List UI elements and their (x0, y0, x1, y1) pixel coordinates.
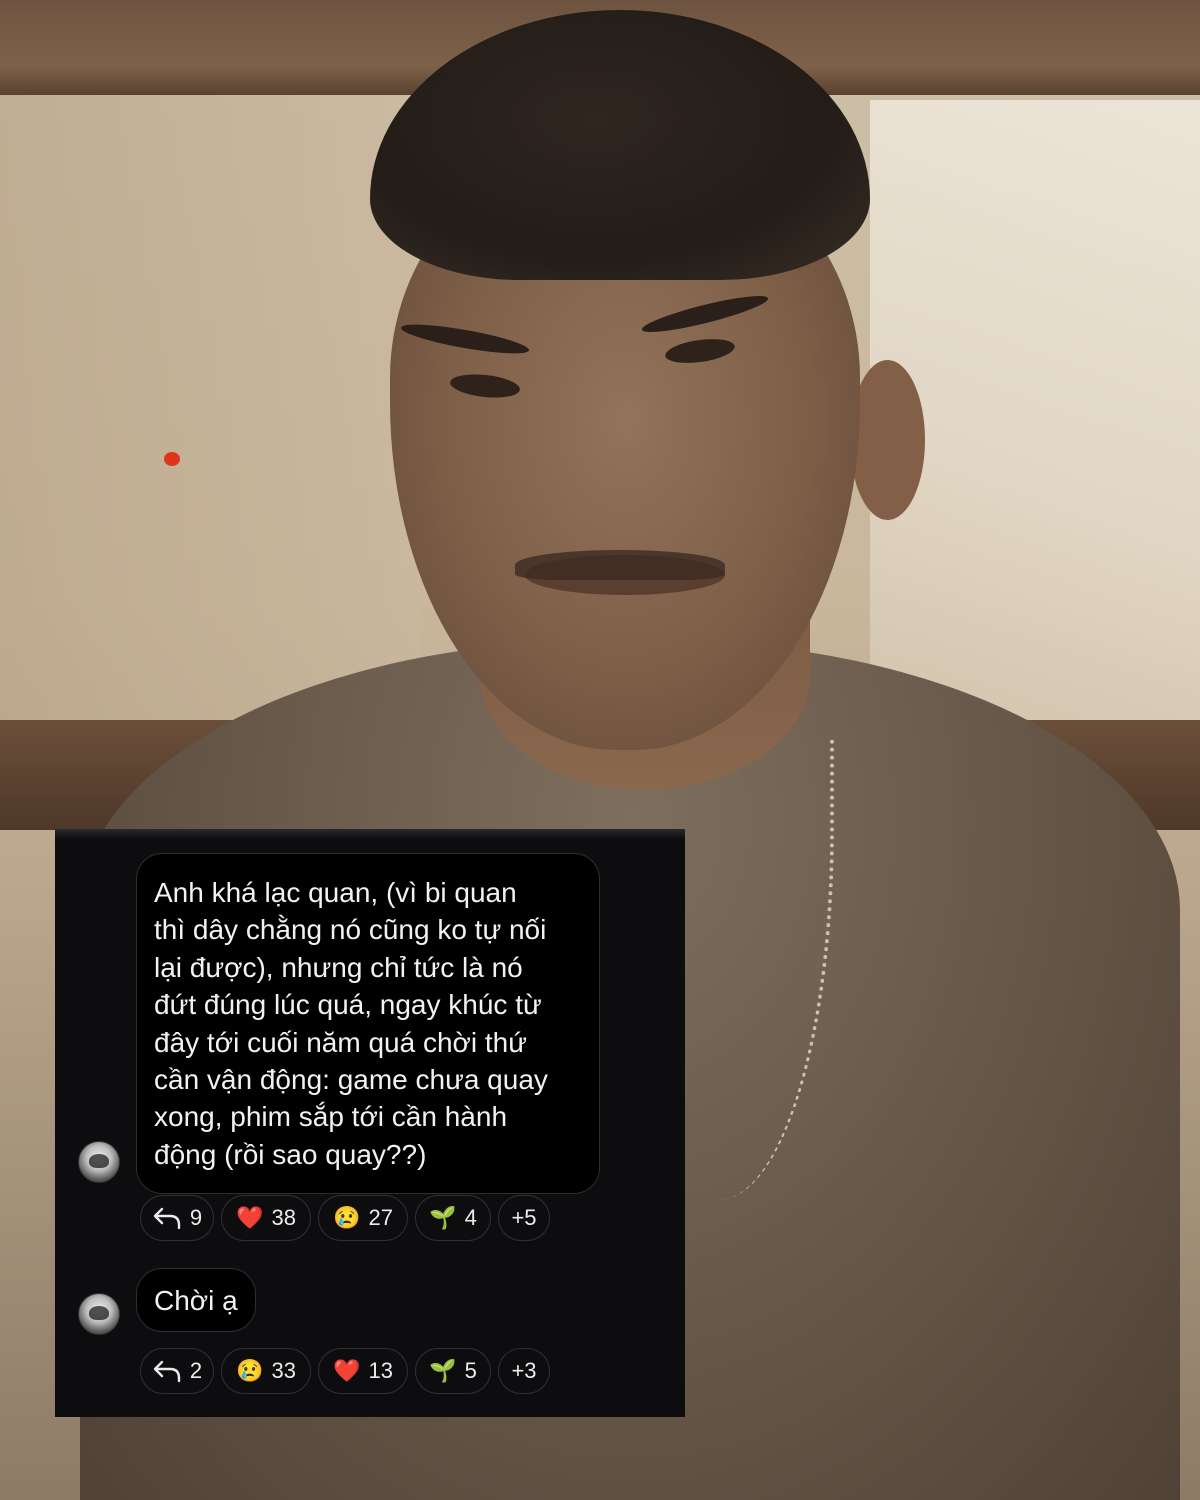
wall-shadow (0, 95, 420, 735)
reaction-crying[interactable]: 😢 33 (221, 1348, 311, 1394)
message-text-line: đứt đúng lúc quá, ngay khúc từ (154, 989, 542, 1021)
seedling-icon: 🌱 (429, 1358, 457, 1383)
mustache (515, 550, 725, 580)
seedling-icon: 🌱 (429, 1205, 457, 1230)
reaction-seedling[interactable]: 🌱 5 (415, 1348, 491, 1394)
message-text-line: động (rồi sao quay??) (154, 1138, 427, 1170)
message-text-line: Anh khá lạc quan, (vì bi quan (154, 877, 517, 908)
chat-thread: Anh khá lạc quan, (vì bi quan thì dây ch… (55, 829, 685, 1417)
red-heart-icon: ❤️ (236, 1205, 264, 1230)
reply-count: 9 (189, 1205, 203, 1230)
more-reactions-count: +5 (511, 1205, 537, 1230)
more-reactions-count: +3 (511, 1358, 537, 1383)
message-bubble[interactable]: Chời ạ (136, 1268, 256, 1332)
reaction-count: 4 (464, 1205, 477, 1230)
reaction-count: 38 (271, 1205, 296, 1230)
reply-count: 2 (189, 1358, 203, 1383)
reaction-heart[interactable]: ❤️ 13 (318, 1348, 408, 1394)
reaction-crying[interactable]: 😢 27 (318, 1195, 408, 1241)
message-text-line: thì dây chằng nó cũng ko tự nối (154, 914, 547, 946)
reaction-bar: 9 ❤️ 38 😢 27 🌱 4 +5 (140, 1195, 550, 1243)
red-heart-icon: ❤️ (333, 1358, 361, 1383)
reaction-heart[interactable]: ❤️ 38 (221, 1195, 311, 1241)
message-text: Chời ạ (154, 1285, 238, 1316)
reply-count-button[interactable]: 9 (140, 1195, 214, 1241)
message-text-line: đây tới cuối năm quá chời thứ (154, 1026, 527, 1058)
ear (850, 360, 925, 520)
reaction-count: 5 (464, 1358, 477, 1383)
reaction-bar: 2 😢 33 ❤️ 13 🌱 5 +3 (140, 1348, 550, 1396)
reaction-seedling[interactable]: 🌱 4 (415, 1195, 491, 1241)
red-dot-mark (164, 452, 180, 466)
reply-arrow-icon (152, 1206, 182, 1230)
reply-arrow-icon (152, 1359, 182, 1383)
more-reactions-button[interactable]: +5 (498, 1195, 550, 1241)
message-text-line: xong, phim sắp tới cần hành (154, 1101, 508, 1133)
reply-count-button[interactable]: 2 (140, 1348, 214, 1394)
reaction-count: 33 (271, 1358, 296, 1383)
message-text-line: lại được), nhưng chỉ tức là nó (154, 951, 523, 983)
message-text-line: cần vận động: game chưa quay (154, 1064, 548, 1096)
crying-face-icon: 😢 (333, 1205, 361, 1230)
sender-avatar[interactable] (78, 1293, 120, 1335)
crying-face-icon: 😢 (236, 1358, 264, 1383)
sender-avatar[interactable] (78, 1141, 120, 1183)
reaction-count: 27 (368, 1205, 393, 1230)
reaction-count: 13 (368, 1358, 393, 1383)
more-reactions-button[interactable]: +3 (498, 1348, 550, 1394)
chat-top-edge (55, 829, 685, 839)
message-bubble[interactable]: Anh khá lạc quan, (vì bi quan thì dây ch… (136, 853, 600, 1195)
